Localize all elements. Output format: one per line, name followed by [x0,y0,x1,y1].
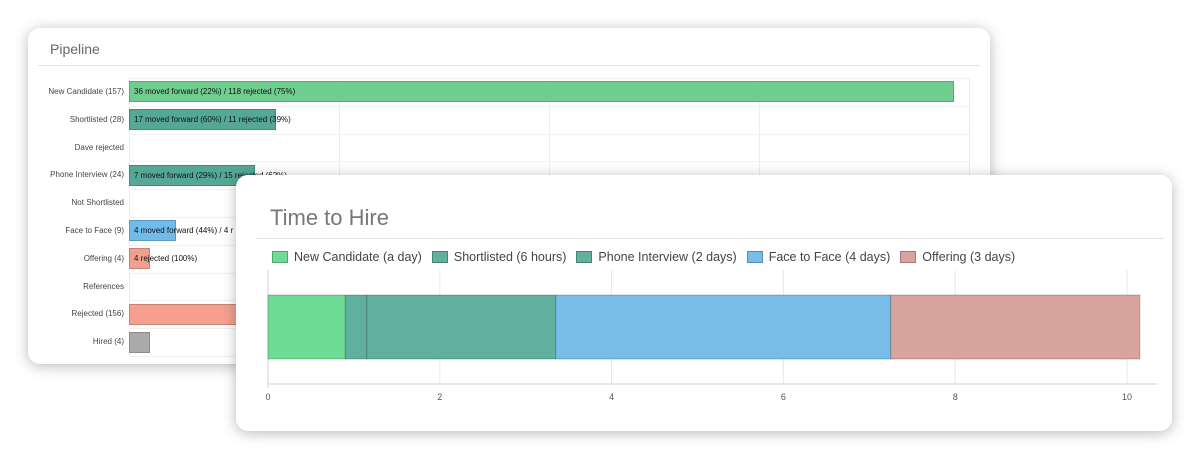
pipeline-row-label: Dave rejected [74,142,124,152]
x-tick-label: 4 [609,392,614,402]
time-to-hire-bar-segment[interactable] [267,294,346,360]
time-to-hire-bar-segment[interactable] [890,294,1141,360]
pipeline-bar-label: 4 moved forward (44%) / 4 r [134,226,234,236]
pipeline-bar-label: 36 moved forward (22%) / 118 rejected (7… [134,87,296,97]
pipeline-row-divider [129,78,969,79]
x-tick-label: 6 [781,392,786,402]
pipeline-row-label: Hired (4) [92,337,124,347]
pipeline-row-divider [129,133,969,135]
pipeline-row-divider [129,105,969,107]
pipeline-row-label: Face to Face (9) [65,225,124,235]
time-to-hire-bar-segment[interactable] [344,294,368,360]
time-to-hire-card: Time to Hire New Candidate (a day) Shortl… [236,175,1172,431]
pipeline-bar[interactable] [129,331,151,353]
time-to-hire-chart: 0 2 4 6 8 10 [265,270,1157,402]
pipeline-row-label: Rejected (156) [71,309,124,319]
x-tick-label: 2 [437,392,442,402]
pipeline-row-label: Phone Interview (24) [50,170,124,180]
x-tick-label: 10 [1122,392,1132,402]
pipeline-bar-label: 4 rejected (100%) [134,254,198,264]
pipeline-bar-label: 17 moved forward (60%) / 11 rejected (39… [134,115,291,125]
time-to-hire-bar-segment[interactable] [555,294,892,360]
pipeline-row-label: New Candidate (157) [48,86,124,96]
pipeline-row-label: Not Shortlisted [71,198,124,208]
pipeline-row-label: References [83,281,124,291]
time-to-hire-bar-segment[interactable] [366,294,557,360]
pipeline-row-label: Shortlisted (28) [69,114,124,124]
x-tick-label: 0 [265,392,270,402]
pipeline-row-divider [129,161,969,163]
pipeline-row-label: Offering (4) [83,253,124,263]
x-tick-label: 8 [953,392,958,402]
